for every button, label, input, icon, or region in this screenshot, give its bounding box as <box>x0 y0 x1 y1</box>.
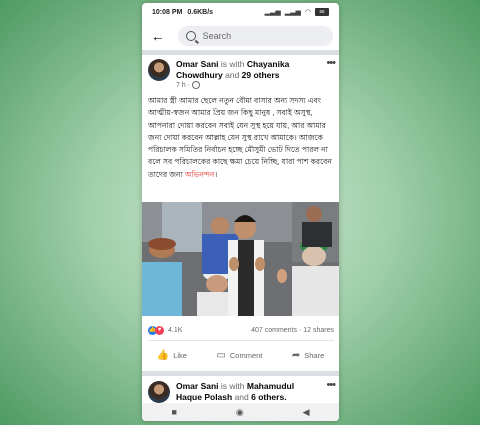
globe-icon <box>192 81 201 89</box>
like-button[interactable]: 👍 Like <box>157 350 187 361</box>
android-nav-bar: ■ ◉ ◀ <box>142 403 339 421</box>
post-meta: 7 h · <box>176 81 201 89</box>
avatar[interactable] <box>148 381 170 403</box>
post-photo[interactable] <box>142 202 339 316</box>
phone-screen: 10:08 PM 0.6KB/s ▂▃▅ ▂▃▅ ◠ 58 ← Search O… <box>142 3 339 421</box>
comment-icon: ▭ <box>216 349 226 361</box>
search-input[interactable]: Search <box>177 26 333 46</box>
back-arrow-icon[interactable]: ← <box>148 28 168 44</box>
highlight-word: অভিনন্দন <box>184 169 215 179</box>
search-placeholder: Search <box>202 31 232 41</box>
author-name[interactable]: Omar Sani <box>176 59 219 69</box>
comment-count[interactable]: 407 comments <box>251 327 297 334</box>
search-icon <box>185 31 196 41</box>
signal-icon-2: ▂▃▅ <box>284 9 301 16</box>
share-button[interactable]: ➦ Share <box>292 350 324 361</box>
battery-icon: 58 <box>315 8 329 16</box>
share-count[interactable]: · 12 shares <box>297 327 334 334</box>
share-icon: ➦ <box>291 349 301 361</box>
back-icon[interactable]: ◀ <box>303 407 310 418</box>
reaction-count[interactable]: 4.1K <box>168 327 182 334</box>
others-link[interactable]: 29 others <box>242 70 280 80</box>
post2-header: Omar Sani is with Mahamudul Haque Polash… <box>148 379 336 405</box>
wifi-icon: ◠ <box>304 9 311 16</box>
search-bar: ← Search <box>142 23 339 49</box>
post2-author-line: Omar Sani is with Mahamudul Haque Polash… <box>176 381 295 402</box>
post-text: আমার স্ত্রী আমার ছেলে নতুন বৌমা বাসার অন… <box>148 96 332 179</box>
thumbs-up-icon: 👍 <box>156 349 170 361</box>
post-header: Omar Sani is with Chayanika Chowdhury an… <box>148 57 336 91</box>
network-speed: 0.6KB/s <box>187 8 214 16</box>
author-name[interactable]: Omar Sani <box>176 381 219 391</box>
status-bar: 10:08 PM 0.6KB/s ▂▃▅ ▂▃▅ ◠ 58 <box>142 3 339 21</box>
avatar[interactable] <box>148 59 170 81</box>
love-reaction-icon: ♥ <box>155 325 164 335</box>
comment-button[interactable]: ▭ Comment <box>216 350 262 361</box>
signal-icon: ▂▃▅ <box>264 9 281 16</box>
status-time: 10:08 PM <box>152 8 183 16</box>
more-options-icon[interactable]: ••• <box>326 57 336 69</box>
home-icon[interactable]: ◉ <box>236 407 244 418</box>
post-actions: 👍 Like ▭ Comment ➦ Share <box>142 344 339 366</box>
feed-divider <box>142 50 339 55</box>
reactions-bar: 👍 ♥ 4.1K 407 comments · 12 shares <box>148 323 334 337</box>
feed-divider-2 <box>142 371 339 376</box>
others-link[interactable]: 6 others. <box>251 392 286 402</box>
post-author-line: Omar Sani is with Chayanika Chowdhury an… <box>176 59 290 80</box>
actions-divider <box>148 340 334 341</box>
post-time: 7 h · <box>176 81 191 89</box>
more-options-icon[interactable]: ••• <box>326 379 336 391</box>
recent-apps-icon[interactable]: ■ <box>171 407 176 417</box>
